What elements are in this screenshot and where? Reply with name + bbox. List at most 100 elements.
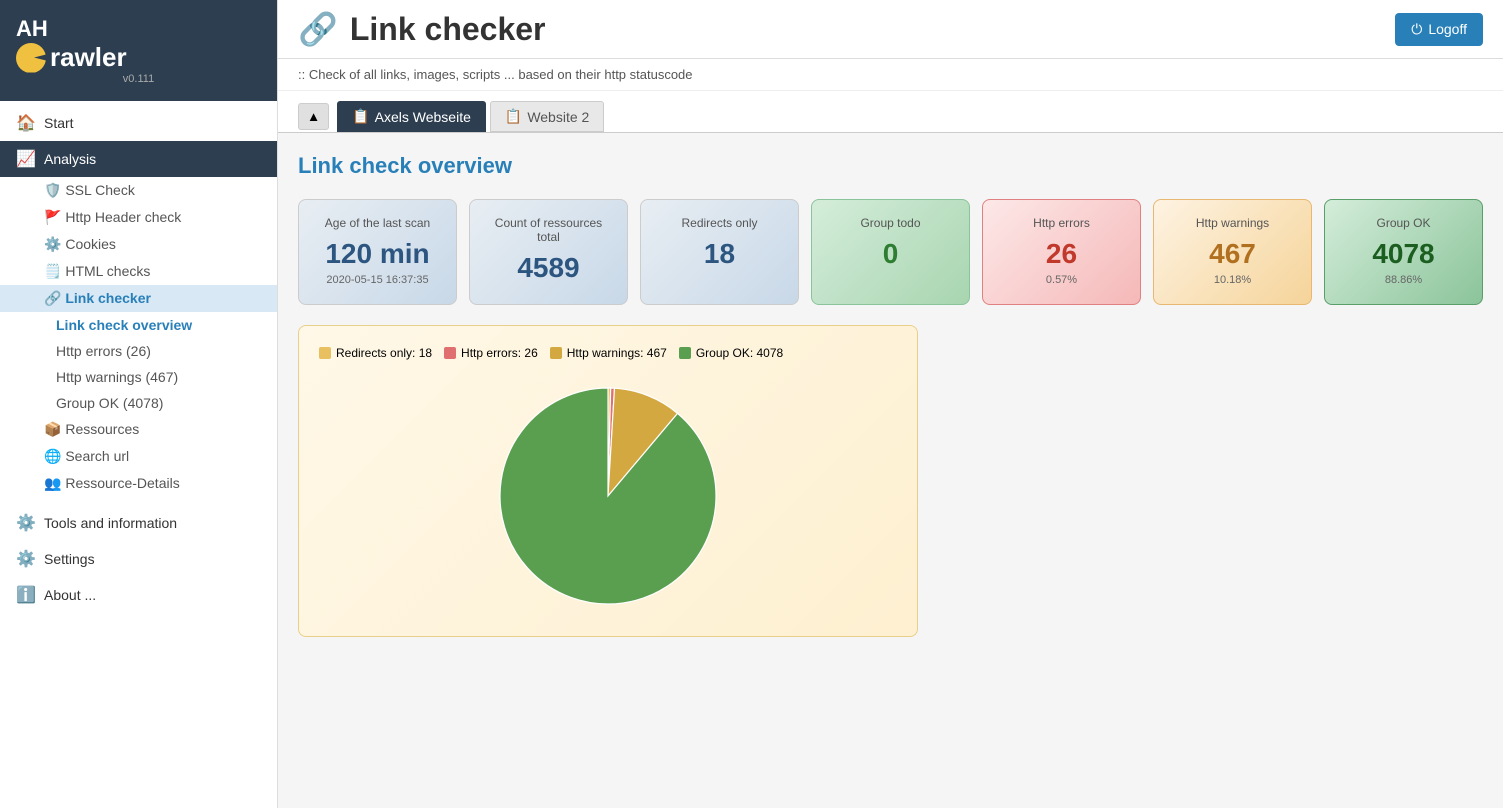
nav-analysis[interactable]: 📈 Analysis (0, 141, 277, 177)
tab-icon-2: 📋 (505, 108, 522, 125)
stat-card-redirects: Redirects only 18 (640, 199, 799, 305)
details-icon: 👥 (44, 475, 65, 491)
legend-redirects: Redirects only: 18 (319, 346, 432, 360)
nav-ressources[interactable]: 📦 Ressources (0, 416, 277, 443)
nav-group-ok[interactable]: Group OK (4078) (0, 390, 277, 416)
tab-website-2[interactable]: 📋 Website 2 (490, 101, 604, 132)
info-icon: ℹ️ (16, 585, 36, 605)
nav-about-label: About ... (44, 587, 96, 603)
home-icon: 🏠 (16, 113, 36, 133)
logo-initials: AH (16, 16, 48, 42)
tab-up-button[interactable]: ▲ (298, 103, 329, 130)
logoff-label: Logoff (1428, 21, 1467, 37)
pie-chart-container (319, 376, 897, 616)
nav-settings[interactable]: ⚙️ Settings (0, 541, 277, 577)
stat-warnings-label: Http warnings (1174, 216, 1291, 230)
stat-ok-sub: 88.86% (1345, 274, 1462, 286)
nav-ssl-check-label: SSL Check (65, 182, 135, 198)
nav-html-checks[interactable]: 🗒️ HTML checks (0, 258, 277, 285)
nav-http-errors[interactable]: Http errors (26) (0, 338, 277, 364)
legend-warnings-label: Http warnings: 467 (567, 346, 667, 360)
stat-redirects-value: 18 (661, 238, 778, 270)
analysis-icon: 📈 (16, 149, 36, 169)
flag-icon: 🚩 (44, 209, 65, 225)
legend-errors-label: Http errors: 26 (461, 346, 538, 360)
nav-http-errors-label: Http errors (26) (56, 343, 151, 359)
link-checker-icon: 🔗 (298, 10, 338, 48)
ressources-icon: 📦 (44, 421, 65, 437)
stat-ok-value: 4078 (1345, 238, 1462, 270)
legend-redirects-label: Redirects only: 18 (336, 346, 432, 360)
page-title: Link checker (350, 11, 546, 48)
nav-ssl-check[interactable]: 🛡️ SSL Check (0, 177, 277, 204)
nav-http-header-label: Http Header check (65, 209, 181, 225)
topbar: 🔗 Link checker ⏻ Logoff (278, 0, 1503, 59)
nav-tools[interactable]: ⚙️ Tools and information (0, 505, 277, 541)
stat-age-value: 120 min (319, 238, 436, 270)
stat-todo-value: 0 (832, 238, 949, 270)
nav-cookies-label: Cookies (65, 236, 116, 252)
stat-card-errors: Http errors 26 0.57% (982, 199, 1141, 305)
stat-total-value: 4589 (490, 252, 607, 284)
html-icon: 🗒️ (44, 263, 65, 279)
pie-slice-group-ok (500, 388, 716, 604)
stat-warnings-value: 467 (1174, 238, 1291, 270)
subtitle: :: Check of all links, images, scripts .… (278, 59, 1503, 91)
settings-icon: ⚙️ (16, 549, 36, 569)
logo-area: AH rawler v0.111 (0, 0, 277, 101)
nav-ressource-details[interactable]: 👥 Ressource-Details (0, 470, 277, 497)
stat-redirects-label: Redirects only (661, 216, 778, 230)
stat-errors-sub: 0.57% (1003, 274, 1120, 286)
chart-legend: Redirects only: 18 Http errors: 26 Http … (319, 346, 897, 360)
chart-area: Redirects only: 18 Http errors: 26 Http … (298, 325, 918, 637)
link-icon: 🔗 (44, 290, 65, 306)
nav-http-header[interactable]: 🚩 Http Header check (0, 204, 277, 231)
nav-search-url[interactable]: 🌐 Search url (0, 443, 277, 470)
legend-dot-redirects (319, 347, 331, 359)
stat-warnings-sub: 10.18% (1174, 274, 1291, 286)
legend-ok: Group OK: 4078 (679, 346, 783, 360)
nav-tools-label: Tools and information (44, 515, 177, 531)
shield-icon: 🛡️ (44, 182, 65, 198)
power-icon: ⏻ (1411, 21, 1422, 38)
stat-errors-label: Http errors (1003, 216, 1120, 230)
tab-axels-webseite[interactable]: 📋 Axels Webseite (337, 101, 486, 132)
nav-cookies[interactable]: ⚙️ Cookies (0, 231, 277, 258)
nav-about[interactable]: ℹ️ About ... (0, 577, 277, 613)
subtitle-text: :: Check of all links, images, scripts .… (298, 67, 693, 82)
stat-card-warnings: Http warnings 467 10.18% (1153, 199, 1312, 305)
tab-axels-label: Axels Webseite (375, 109, 471, 125)
stat-age-sub: 2020-05-15 16:37:35 (319, 274, 436, 286)
stat-todo-label: Group todo (832, 216, 949, 230)
logoff-button[interactable]: ⏻ Logoff (1395, 13, 1483, 46)
nav-http-warnings[interactable]: Http warnings (467) (0, 364, 277, 390)
tabs-area: ▲ 📋 Axels Webseite 📋 Website 2 (278, 91, 1503, 133)
nav-ressource-details-label: Ressource-Details (65, 475, 179, 491)
stat-card-age: Age of the last scan 120 min 2020-05-15 … (298, 199, 457, 305)
nav-start[interactable]: 🏠 Start (0, 105, 277, 141)
nav-link-checker-label: Link checker (65, 290, 151, 306)
stat-card-todo: Group todo 0 (811, 199, 970, 305)
nav-link-check-overview-label: Link check overview (56, 317, 192, 333)
content-area: Link check overview Age of the last scan… (278, 133, 1503, 808)
stat-errors-value: 26 (1003, 238, 1120, 270)
legend-dot-errors (444, 347, 456, 359)
tab-website2-label: Website 2 (527, 109, 589, 125)
legend-dot-warnings (550, 347, 562, 359)
main-content: 🔗 Link checker ⏻ Logoff :: Check of all … (278, 0, 1503, 808)
nav-ressources-label: Ressources (65, 421, 139, 437)
cookie-icon: ⚙️ (44, 236, 65, 252)
nav-section-start: 🏠 Start 📈 Analysis 🛡️ SSL Check 🚩 Http H… (0, 101, 277, 501)
nav-link-checker[interactable]: 🔗 Link checker (0, 285, 277, 312)
nav-analysis-label: Analysis (44, 151, 96, 167)
pacman-icon (16, 43, 46, 73)
sidebar: AH rawler v0.111 🏠 Start 📈 Analysis 🛡️ S… (0, 0, 278, 808)
legend-dot-ok (679, 347, 691, 359)
stat-age-label: Age of the last scan (319, 216, 436, 230)
nav-http-warnings-label: Http warnings (467) (56, 369, 178, 385)
stat-card-total: Count of ressources total 4589 (469, 199, 628, 305)
tab-icon-1: 📋 (352, 108, 369, 125)
stat-total-label: Count of ressources total (490, 216, 607, 244)
nav-link-check-overview[interactable]: Link check overview (0, 312, 277, 338)
nav-html-checks-label: HTML checks (65, 263, 150, 279)
